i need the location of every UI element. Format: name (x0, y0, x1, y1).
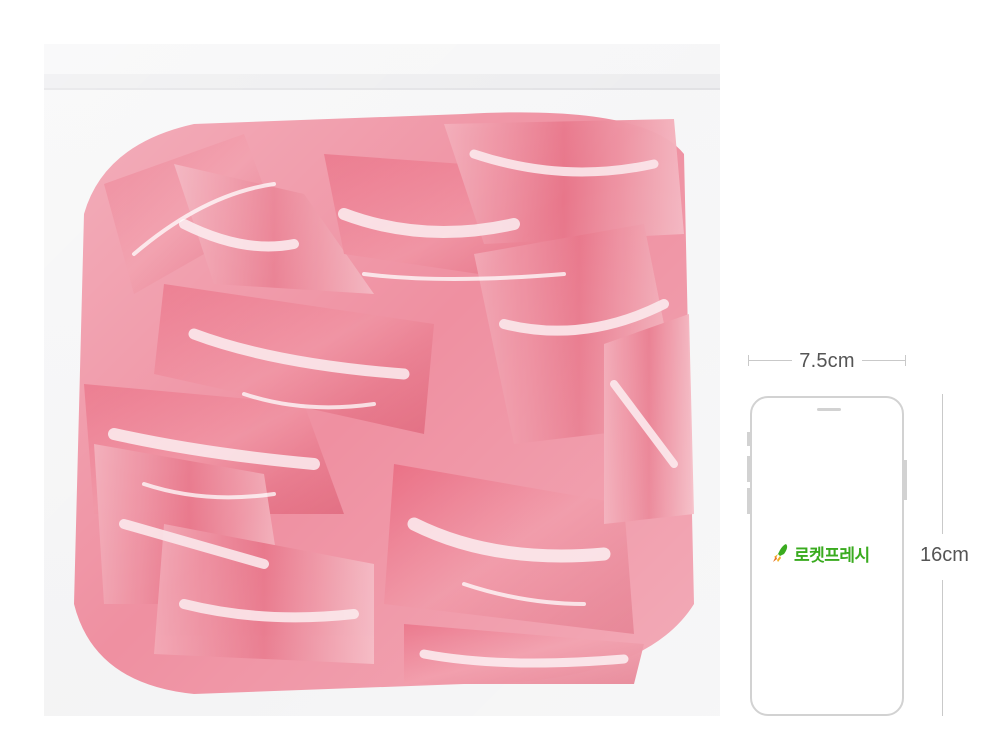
phone-side-button (747, 432, 750, 446)
pork-slices-illustration (44, 44, 720, 716)
product-bag-image (44, 44, 720, 716)
height-dimension-line-bottom (942, 580, 943, 716)
width-label: 7.5cm (799, 350, 855, 372)
phone-speaker (817, 408, 841, 411)
phone-power-button (904, 460, 907, 500)
phone-volume-down-button (747, 488, 750, 514)
rocket-fresh-logo: 로켓프레시 (772, 540, 870, 566)
width-dimension-tick-right (905, 355, 906, 366)
height-label: 16cm (920, 544, 969, 566)
width-dimension-line-right (862, 360, 906, 361)
rocket-icon (773, 544, 788, 562)
phone-volume-up-button (747, 456, 750, 482)
brand-text: 로켓프레시 (794, 545, 870, 565)
height-dimension-line-top (942, 394, 943, 534)
height-dimension: 16cm (920, 394, 1000, 718)
width-dimension: 7.5cm (748, 346, 906, 376)
